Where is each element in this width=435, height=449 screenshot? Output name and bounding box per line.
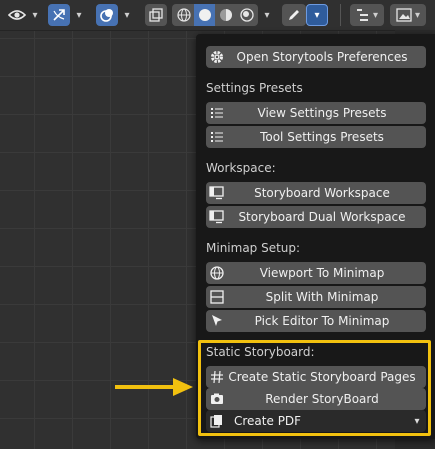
chevron-down-icon[interactable]: ▾	[120, 4, 134, 26]
button-label: Viewport To Minimap	[259, 266, 385, 280]
chevron-down-icon[interactable]: ▾	[306, 4, 328, 26]
chevron-down-icon[interactable]: ▾	[72, 4, 86, 26]
tool-settings-presets-button[interactable]: Tool Settings Presets	[206, 126, 426, 148]
shading-mode-group	[172, 4, 258, 26]
button-label: Open Storytools Preferences	[236, 50, 408, 64]
divider	[340, 4, 341, 26]
button-label: Storyboard Workspace	[254, 186, 390, 200]
highlight-box	[198, 340, 431, 436]
storyboard-dual-workspace-button[interactable]: Storyboard Dual Workspace	[206, 206, 426, 228]
outliner-icon[interactable]: ▾	[350, 4, 384, 26]
shading-rendered-icon[interactable]	[236, 8, 257, 22]
open-preferences-button[interactable]: Open Storytools Preferences	[206, 46, 426, 68]
shading-wireframe-icon[interactable]	[173, 8, 194, 22]
button-label: View Settings Presets	[257, 106, 387, 120]
minimap-setup-title: Minimap Setup:	[206, 241, 301, 255]
shading-material-icon[interactable]	[215, 8, 236, 22]
button-label: Storyboard Dual Workspace	[238, 210, 406, 224]
xray-icon[interactable]	[145, 4, 167, 26]
button-label: Split With Minimap	[265, 290, 379, 304]
button-label: Tool Settings Presets	[260, 130, 384, 144]
viewport-to-minimap-button[interactable]: Viewport To Minimap	[206, 262, 426, 284]
shading-solid-icon[interactable]	[194, 4, 215, 26]
overlay-icon[interactable]	[96, 4, 118, 26]
view-settings-presets-button[interactable]: View Settings Presets	[206, 102, 426, 124]
globe-icon	[206, 262, 228, 284]
button-label: Pick Editor To Minimap	[254, 314, 390, 328]
chevron-down-icon[interactable]: ▾	[28, 4, 42, 26]
split-with-minimap-button[interactable]: Split With Minimap	[206, 286, 426, 308]
split-area-icon	[206, 286, 228, 308]
workspace-title: Workspace:	[206, 161, 276, 175]
arrow-right-icon	[115, 377, 195, 401]
list-icon	[206, 102, 228, 124]
chevron-down-icon[interactable]: ▾	[260, 4, 274, 26]
storyboard-workspace-button[interactable]: Storyboard Workspace	[206, 182, 426, 204]
gear-icon	[206, 46, 228, 68]
workspace-icon	[206, 206, 228, 228]
pencil-icon[interactable]	[282, 4, 306, 26]
gizmo-toggle-icon[interactable]	[48, 4, 70, 26]
viewport-header: ▾ ▾ ▾ ▾ ▾ ▾ ▾	[0, 0, 435, 31]
list-icon	[206, 126, 228, 148]
settings-presets-title: Settings Presets	[206, 81, 303, 95]
workspace-icon	[206, 182, 228, 204]
cursor-icon	[206, 310, 228, 332]
eye-icon[interactable]	[6, 4, 28, 26]
image-icon[interactable]: ▾	[390, 4, 426, 26]
pick-editor-to-minimap-button[interactable]: Pick Editor To Minimap	[206, 310, 426, 332]
